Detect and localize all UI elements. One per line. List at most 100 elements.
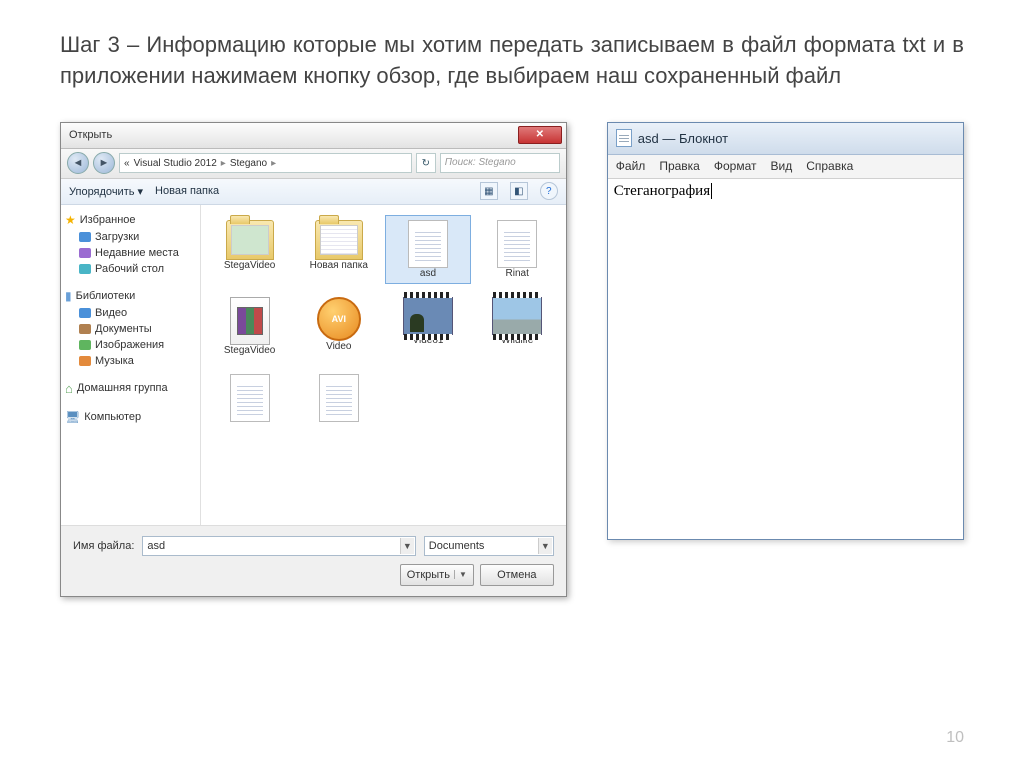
menu-view[interactable]: Вид [771, 159, 793, 173]
video-thumb-icon [492, 297, 542, 335]
filename-label: Имя файла: [73, 540, 134, 552]
sidebar-computer[interactable]: 🖥Компьютер [65, 408, 196, 426]
dialog-navbar: ◄ ► « Visual Studio 2012 ▸ Stegano ▸ ↻ П… [61, 149, 566, 179]
sidebar-item-music[interactable]: Музыка [65, 353, 196, 369]
chevron-right-icon: ▸ [221, 158, 226, 169]
dialog-titlebar[interactable]: Открыть ✕ [61, 123, 566, 149]
preview-pane-button[interactable]: ◧ [510, 182, 528, 200]
sidebar-item-desktop[interactable]: Рабочий стол [65, 261, 196, 277]
open-button[interactable]: Открыть▼ [400, 564, 474, 586]
computer-icon: 🖥 [65, 410, 80, 424]
chevron-down-icon[interactable]: ▼ [454, 570, 467, 579]
dialog-body: ★Избранное Загрузки Недавние места Рабоч… [61, 205, 566, 525]
notepad-title: asd — Блокнот [638, 131, 728, 146]
sidebar-item-video[interactable]: Видео [65, 305, 196, 321]
text-cursor [711, 183, 712, 199]
file-item-archive[interactable]: StegaVideo [207, 292, 292, 361]
new-folder-button[interactable]: Новая папка [155, 185, 219, 197]
file-label: StegaVideo [224, 260, 276, 271]
desktop-icon [79, 264, 91, 274]
dialog-toolbar: Упорядочить ▾ Новая папка ▦ ◧ ? [61, 179, 566, 205]
downloads-icon [79, 232, 91, 242]
back-button[interactable]: ◄ [67, 152, 89, 174]
file-item-video[interactable]: Video1 [385, 292, 470, 361]
search-input[interactable]: Поиск: Stegano [440, 153, 560, 173]
sidebar-item-documents[interactable]: Документы [65, 321, 196, 337]
filename-row: Имя файла: asd ▼ Documents ▼ [73, 536, 554, 556]
page-number: 10 [946, 729, 964, 747]
refresh-button[interactable]: ↻ [416, 153, 436, 173]
breadcrumb-prefix: « [124, 158, 130, 169]
view-mode-button[interactable]: ▦ [480, 182, 498, 200]
file-item-avi[interactable]: AVI Video [296, 292, 381, 361]
notepad-icon [616, 129, 632, 147]
chevron-down-icon[interactable]: ▼ [400, 538, 414, 554]
sidebar-favorites: ★Избранное Загрузки Недавние места Рабоч… [65, 211, 196, 277]
cancel-button[interactable]: Отмена [480, 564, 554, 586]
avi-icon: AVI [317, 297, 361, 341]
sidebar-favorites-title[interactable]: ★Избранное [65, 211, 196, 229]
dialog-bottom: Имя файла: asd ▼ Documents ▼ Открыть▼ От… [61, 525, 566, 596]
sidebar-item-downloads[interactable]: Загрузки [65, 229, 196, 245]
organize-menu[interactable]: Упорядочить ▾ [69, 185, 143, 198]
sidebar-homegroup[interactable]: ⌂Домашняя группа [65, 379, 196, 398]
sidebar-libraries-title[interactable]: ▮Библиотеки [65, 287, 196, 305]
video-lib-icon [79, 308, 91, 318]
file-type-filter[interactable]: Documents [424, 536, 554, 556]
recent-icon [79, 248, 91, 258]
windows-row: Открыть ✕ ◄ ► « Visual Studio 2012 ▸ Ste… [60, 122, 964, 597]
menu-help[interactable]: Справка [806, 159, 853, 173]
file-item-txt[interactable]: Rinat [475, 215, 560, 284]
archive-icon [230, 297, 270, 345]
breadcrumb[interactable]: « Visual Studio 2012 ▸ Stegano ▸ [119, 153, 412, 173]
notepad-content: Стеганография [614, 183, 710, 199]
chevron-down-icon[interactable]: ▼ [538, 538, 552, 554]
forward-button[interactable]: ► [93, 152, 115, 174]
help-button[interactable]: ? [540, 182, 558, 200]
images-lib-icon [79, 340, 91, 350]
notepad-titlebar[interactable]: asd — Блокнот [608, 123, 963, 155]
homegroup-icon: ⌂ [65, 381, 73, 396]
sidebar: ★Избранное Загрузки Недавние места Рабоч… [61, 205, 201, 525]
file-item-folder[interactable]: StegaVideo [207, 215, 292, 284]
video-thumb-icon [403, 297, 453, 335]
page-heading: Шаг 3 – Информацию которые мы хотим пере… [60, 30, 964, 92]
file-item-txt-selected[interactable]: asd [385, 215, 470, 284]
menu-file[interactable]: Файл [616, 159, 646, 173]
notepad-textarea[interactable]: Стеганография [608, 179, 963, 539]
text-file-icon [319, 374, 359, 422]
file-item-video[interactable]: Wildlife [475, 292, 560, 361]
menu-edit[interactable]: Правка [659, 159, 700, 173]
libraries-icon: ▮ [65, 289, 72, 303]
file-label: asd [420, 268, 436, 279]
documents-lib-icon [79, 324, 91, 334]
folder-icon [226, 220, 274, 260]
folder-icon [315, 220, 363, 260]
files-area[interactable]: StegaVideo Новая папка asd Rinat [201, 205, 566, 525]
text-file-icon [497, 220, 537, 268]
open-file-dialog: Открыть ✕ ◄ ► « Visual Studio 2012 ▸ Ste… [60, 122, 567, 597]
breadcrumb-item[interactable]: Visual Studio 2012 [134, 158, 217, 169]
file-item-txt[interactable] [207, 369, 292, 427]
file-label: StegaVideo [224, 345, 276, 356]
file-label: Rinat [506, 268, 529, 279]
breadcrumb-item[interactable]: Stegano [230, 158, 267, 169]
text-file-icon [230, 374, 270, 422]
sidebar-item-recent[interactable]: Недавние места [65, 245, 196, 261]
star-icon: ★ [65, 213, 76, 227]
chevron-right-icon: ▸ [271, 158, 276, 169]
file-item-folder[interactable]: Новая папка [296, 215, 381, 284]
music-lib-icon [79, 356, 91, 366]
filename-input[interactable]: asd [142, 536, 415, 556]
close-button[interactable]: ✕ [518, 126, 562, 144]
file-item-txt[interactable] [296, 369, 381, 427]
notepad-window: asd — Блокнот Файл Правка Формат Вид Спр… [607, 122, 964, 540]
text-file-icon [408, 220, 448, 268]
file-label: Video [326, 341, 351, 352]
sidebar-libraries: ▮Библиотеки Видео Документы Изображения … [65, 287, 196, 369]
menu-format[interactable]: Формат [714, 159, 757, 173]
dialog-buttons: Открыть▼ Отмена [73, 564, 554, 586]
dialog-title: Открыть [65, 129, 112, 141]
sidebar-item-images[interactable]: Изображения [65, 337, 196, 353]
files-grid: StegaVideo Новая папка asd Rinat [207, 215, 560, 427]
